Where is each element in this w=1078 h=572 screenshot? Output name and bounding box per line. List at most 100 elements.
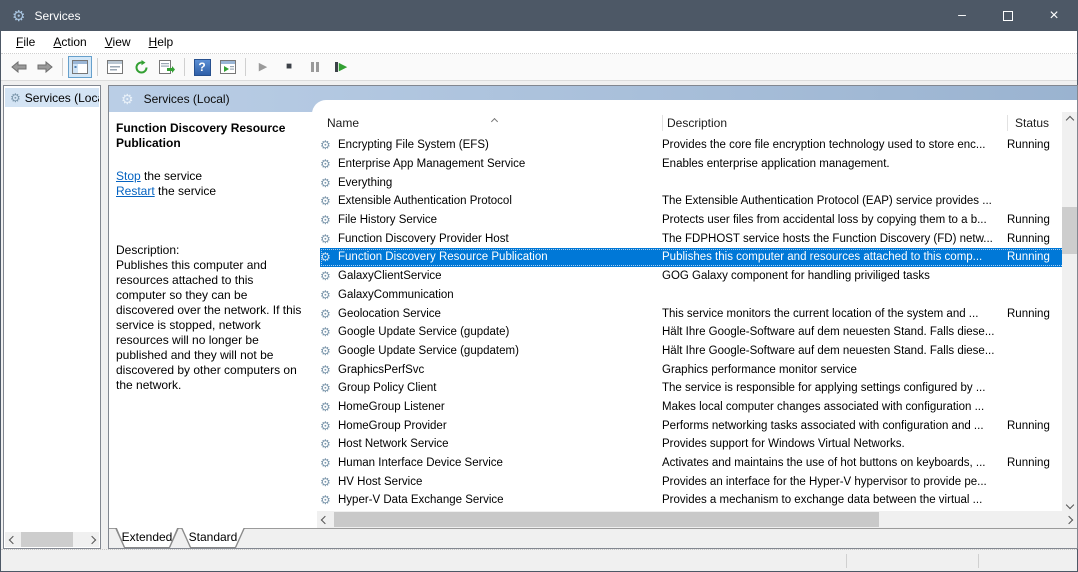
view-tabstrip: Extended Standard	[109, 528, 1077, 548]
list-vertical-scrollbar[interactable]	[1062, 112, 1077, 512]
service-list-panel: Name Description Status ⚙ Encrypting Fil…	[312, 100, 1077, 528]
service-row[interactable]: ⚙ Google Update Service (gupdate) Hält I…	[320, 323, 1065, 342]
scroll-left-arrow[interactable]	[5, 532, 20, 547]
menu-help[interactable]: Help	[140, 32, 183, 52]
service-description-cell: Provides an interface for the Hyper-V hy…	[662, 475, 987, 488]
scroll-left-arrow[interactable]	[317, 512, 332, 527]
services-gear-icon: ⚙	[10, 90, 21, 105]
stop-service-suffix: the service	[140, 169, 203, 183]
service-row[interactable]: ⚙ Group Policy Client The service is res…	[320, 379, 1065, 398]
service-name: Extensible Authentication Protocol	[338, 195, 512, 208]
properties-icon	[107, 60, 123, 74]
menu-view[interactable]: View	[96, 32, 140, 52]
scrollbar-thumb[interactable]	[21, 532, 73, 547]
properties-button[interactable]	[103, 56, 127, 78]
service-row[interactable]: ⚙ HomeGroup Provider Performs networking…	[320, 416, 1065, 435]
refresh-button[interactable]	[129, 56, 153, 78]
extended-info-panel: Function Discovery Resource Publication …	[109, 112, 312, 528]
restart-service-link[interactable]: Restart	[116, 184, 155, 198]
export-list-button[interactable]	[155, 56, 179, 78]
service-name: GraphicsPerfSvc	[338, 363, 425, 376]
service-status: Running	[1007, 232, 1050, 245]
service-gear-icon: ⚙	[320, 306, 331, 321]
start-service-icon: ▶	[258, 60, 268, 73]
service-row[interactable]: ⚙ Human Interface Device Service Activat…	[320, 454, 1065, 473]
column-divider[interactable]	[1007, 115, 1008, 131]
service-gear-icon: ⚙	[320, 493, 331, 508]
statusbar-divider	[978, 554, 979, 568]
service-description-cell: Performs networking tasks associated wit…	[662, 419, 984, 432]
restart-service-suffix: the service	[154, 184, 217, 198]
description-label: Description:	[116, 243, 180, 257]
tab-standard[interactable]: Standard	[181, 528, 245, 548]
service-name: Hyper-V Data Exchange Service	[338, 494, 504, 507]
services-window: ⚙ Services – × File Action View Help ? ▶…	[0, 0, 1078, 572]
stop-service-button[interactable]: ■	[277, 56, 301, 78]
back-button[interactable]	[7, 56, 31, 78]
column-header-name[interactable]: Name	[327, 112, 657, 134]
minimize-button[interactable]: –	[939, 1, 985, 31]
service-row[interactable]: ⚙ HomeGroup Listener Makes local compute…	[320, 398, 1065, 417]
service-gear-icon: ⚙	[320, 399, 331, 414]
restart-service-button[interactable]: ▶	[329, 56, 353, 78]
service-row[interactable]: ⚙ HV Host Service Provides an interface …	[320, 472, 1065, 491]
tab-extended[interactable]: Extended	[115, 528, 179, 548]
service-row[interactable]: ⚙ Google Update Service (gupdatem) Hält …	[320, 342, 1065, 361]
scroll-right-arrow[interactable]	[84, 532, 99, 547]
forward-button[interactable]	[33, 56, 57, 78]
stop-service-link[interactable]: Stop	[116, 169, 141, 183]
maximize-button[interactable]	[985, 1, 1031, 31]
show-console-tree-button[interactable]	[68, 56, 92, 78]
service-row[interactable]: ⚙ GalaxyClientService GOG Galaxy compone…	[320, 267, 1065, 286]
column-divider[interactable]	[662, 115, 663, 131]
service-gear-icon: ⚙	[320, 437, 331, 452]
tree-horizontal-scrollbar[interactable]	[5, 532, 99, 547]
status-bar	[1, 549, 1077, 571]
column-header-description[interactable]: Description	[667, 112, 997, 134]
services-gear-icon: ⚙	[121, 90, 134, 107]
service-status: Running	[1007, 457, 1050, 470]
tree-item-services-local[interactable]: ⚙ Services (Local)	[5, 88, 99, 107]
service-description-cell: Hält Ihre Google-Software auf dem neuest…	[662, 344, 995, 357]
service-row[interactable]: ⚙ Host Network Service Provides support …	[320, 435, 1065, 454]
toolbar-separator	[97, 58, 98, 76]
service-description-cell: Graphics performance monitor service	[662, 363, 857, 376]
tree-item-label: Services (Local)	[24, 90, 99, 105]
service-name: GalaxyCommunication	[338, 288, 454, 301]
service-row[interactable]: ⚙ Extensible Authentication Protocol The…	[320, 192, 1065, 211]
service-description-cell: Provides support for Windows Virtual Net…	[662, 438, 905, 451]
toolbar-separator	[245, 58, 246, 76]
scrollbar-thumb[interactable]	[1062, 207, 1077, 254]
menu-action[interactable]: Action	[44, 32, 95, 52]
service-row[interactable]: ⚙ Encrypting File System (EFS) Provides …	[320, 136, 1065, 155]
service-row[interactable]: ⚙ GalaxyCommunication	[320, 286, 1065, 305]
statusbar-divider	[846, 554, 847, 568]
toolbar-separator	[62, 58, 63, 76]
service-status: Running	[1007, 419, 1050, 432]
service-row[interactable]: ⚙ Everything	[320, 173, 1065, 192]
service-description-cell: Protects user files from accidental loss…	[662, 214, 987, 227]
pause-service-button[interactable]	[303, 56, 327, 78]
service-row[interactable]: ⚙ Hyper-V Data Exchange Service Provides…	[320, 491, 1065, 510]
close-button[interactable]: ×	[1031, 1, 1077, 31]
service-row[interactable]: ⚙ File History Service Protects user fil…	[320, 211, 1065, 230]
service-name: Function Discovery Resource Publication	[338, 251, 548, 264]
service-row[interactable]: ⚙ GraphicsPerfSvc Graphics performance m…	[320, 360, 1065, 379]
service-gear-icon: ⚙	[320, 325, 331, 340]
scroll-down-arrow[interactable]	[1062, 497, 1077, 512]
service-row[interactable]: ⚙ Enterprise App Management Service Enab…	[320, 155, 1065, 174]
service-row[interactable]: ⚙ Function Discovery Provider Host The F…	[320, 229, 1065, 248]
scroll-up-arrow[interactable]	[1062, 112, 1077, 127]
stop-service-line: Stop the service	[116, 169, 304, 184]
menu-file[interactable]: File	[7, 32, 44, 52]
service-name: Everything	[338, 176, 393, 189]
service-row[interactable]: ⚙ Function Discovery Resource Publicatio…	[320, 248, 1065, 267]
help-button[interactable]: ?	[190, 56, 214, 78]
scroll-right-arrow[interactable]	[1061, 512, 1076, 527]
scrollbar-thumb[interactable]	[334, 512, 879, 527]
list-horizontal-scrollbar[interactable]	[317, 511, 1077, 528]
show-action-pane-button[interactable]	[216, 56, 240, 78]
column-header-status[interactable]: Status	[1015, 112, 1065, 134]
start-service-button[interactable]: ▶	[251, 56, 275, 78]
service-row[interactable]: ⚙ Geolocation Service This service monit…	[320, 304, 1065, 323]
